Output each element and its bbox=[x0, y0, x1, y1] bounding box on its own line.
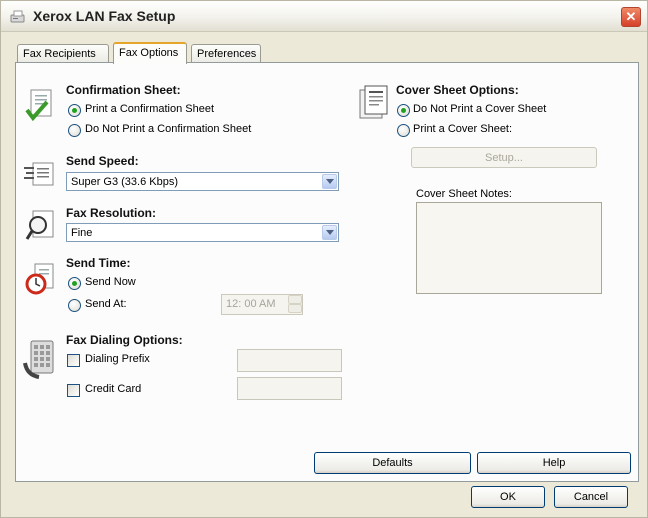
cover-sheet-icon bbox=[359, 85, 388, 119]
close-button[interactable]: ✕ bbox=[621, 7, 641, 27]
cover-sheet-heading: Cover Sheet Options: bbox=[396, 83, 519, 97]
spin-down-icon[interactable] bbox=[288, 304, 302, 313]
fax-dialing-heading: Fax Dialing Options: bbox=[66, 333, 183, 347]
print-cover-sheet-label[interactable]: Print a Cover Sheet: bbox=[413, 123, 512, 135]
print-cover-sheet-radio[interactable] bbox=[397, 124, 410, 137]
send-at-radio[interactable] bbox=[68, 299, 81, 312]
fax-resolution-value: Fine bbox=[71, 227, 93, 239]
confirmation-sheet-heading: Confirmation Sheet: bbox=[66, 83, 181, 97]
no-confirmation-radio[interactable] bbox=[68, 124, 81, 137]
ok-button[interactable]: OK bbox=[471, 486, 545, 508]
chevron-down-icon[interactable] bbox=[322, 225, 337, 240]
dialing-prefix-label[interactable]: Dialing Prefix bbox=[85, 353, 150, 365]
time-spin-buttons[interactable] bbox=[288, 295, 302, 314]
credit-card-label[interactable]: Credit Card bbox=[85, 383, 141, 395]
credit-card-checkbox[interactable] bbox=[67, 384, 80, 397]
spin-up-icon[interactable] bbox=[288, 295, 302, 304]
window-title: Xerox LAN Fax Setup bbox=[33, 8, 176, 24]
fax-app-icon bbox=[10, 10, 25, 23]
print-confirmation-label[interactable]: Print a Confirmation Sheet bbox=[85, 103, 214, 115]
no-cover-sheet-radio[interactable] bbox=[397, 104, 410, 117]
fax-resolution-dropdown[interactable]: Fine bbox=[66, 223, 339, 242]
send-time-heading: Send Time: bbox=[66, 256, 131, 270]
tab-fax-options[interactable]: Fax Options bbox=[113, 42, 187, 64]
setup-button[interactable]: Setup... bbox=[411, 147, 597, 168]
send-speed-icon bbox=[24, 162, 54, 186]
defaults-button[interactable]: Defaults bbox=[314, 452, 471, 474]
send-now-label[interactable]: Send Now bbox=[85, 276, 136, 288]
send-now-radio[interactable] bbox=[68, 277, 81, 290]
fax-dialing-icon bbox=[23, 340, 54, 379]
cover-sheet-notes-label: Cover Sheet Notes: bbox=[416, 188, 512, 200]
fax-setup-window: Xerox LAN Fax Setup ✕ Fax Recipients Fax… bbox=[0, 0, 648, 518]
send-at-time-value: 12: 00 AM bbox=[226, 298, 276, 310]
fax-resolution-icon bbox=[25, 210, 54, 240]
credit-card-field[interactable] bbox=[237, 377, 342, 400]
print-confirmation-radio[interactable] bbox=[68, 104, 81, 117]
tab-fax-recipients[interactable]: Fax Recipients bbox=[17, 44, 109, 62]
tab-preferences[interactable]: Preferences bbox=[191, 44, 261, 62]
send-at-label[interactable]: Send At: bbox=[85, 298, 127, 310]
send-time-icon bbox=[25, 263, 54, 295]
help-button[interactable]: Help bbox=[477, 452, 631, 474]
cover-sheet-notes-field[interactable] bbox=[416, 202, 602, 294]
send-speed-heading: Send Speed: bbox=[66, 154, 139, 168]
send-at-time-spinner[interactable]: 12: 00 AM bbox=[221, 294, 303, 315]
fax-options-panel: Confirmation Sheet: Print a Confirmation… bbox=[15, 62, 639, 482]
cancel-button[interactable]: Cancel bbox=[554, 486, 628, 508]
send-speed-dropdown[interactable]: Super G3 (33.6 Kbps) bbox=[66, 172, 339, 191]
confirmation-sheet-icon bbox=[25, 89, 52, 122]
dialing-prefix-checkbox[interactable] bbox=[67, 354, 80, 367]
title-bar[interactable]: Xerox LAN Fax Setup ✕ bbox=[1, 1, 647, 32]
chevron-down-icon[interactable] bbox=[322, 174, 337, 189]
no-confirmation-label[interactable]: Do Not Print a Confirmation Sheet bbox=[85, 123, 251, 135]
fax-resolution-heading: Fax Resolution: bbox=[66, 206, 157, 220]
close-icon: ✕ bbox=[625, 9, 637, 24]
no-cover-sheet-label[interactable]: Do Not Print a Cover Sheet bbox=[413, 103, 546, 115]
dialing-prefix-field[interactable] bbox=[237, 349, 342, 372]
send-speed-value: Super G3 (33.6 Kbps) bbox=[71, 176, 179, 188]
